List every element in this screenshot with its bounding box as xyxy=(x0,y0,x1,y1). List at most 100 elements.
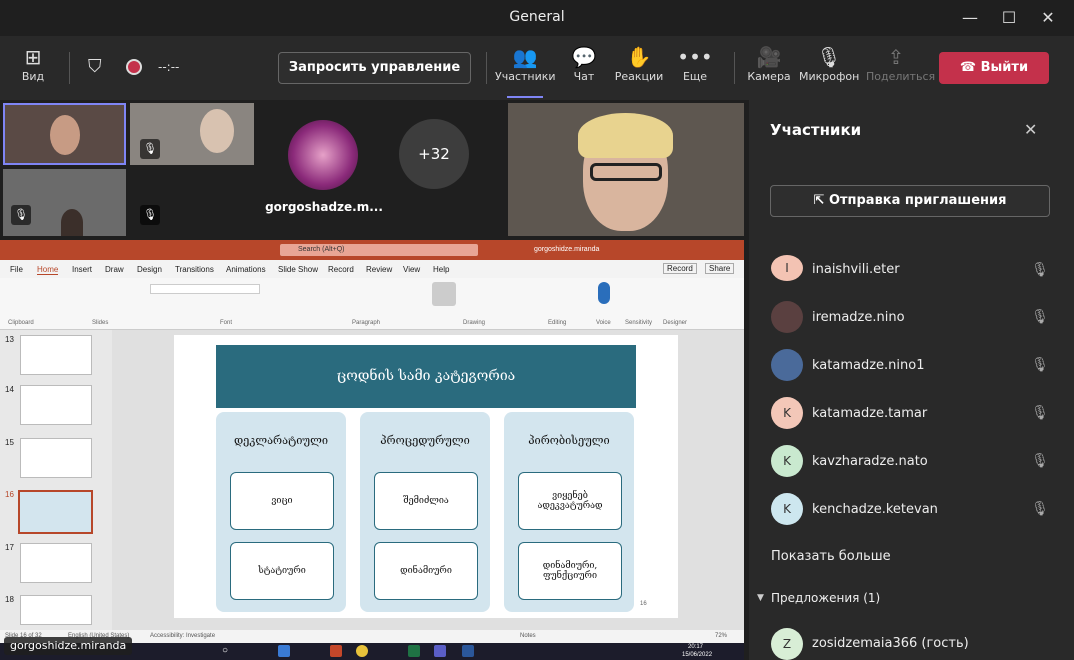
avatar: K xyxy=(771,445,803,477)
current-slide[interactable]: ცოდნის სამი კატეგორია დეკლარატიული ვიცი … xyxy=(174,335,678,618)
word-icon[interactable] xyxy=(462,645,474,657)
record-button[interactable]: Record xyxy=(663,263,697,274)
video-tile-presenter[interactable] xyxy=(3,103,126,165)
tab-review[interactable]: Review xyxy=(366,265,392,274)
share-ppt-button[interactable]: Share xyxy=(705,263,735,274)
avatar: K xyxy=(771,397,803,429)
ppt-search[interactable]: Search (Alt+Q) xyxy=(280,244,478,256)
category-box: დინამიური, ფუნქციური xyxy=(518,542,622,600)
zoom-level[interactable]: 72% xyxy=(715,633,727,639)
close-panel-icon[interactable]: ✕ xyxy=(1024,120,1037,139)
participant-name[interactable]: kavzharadze.nato xyxy=(812,454,928,469)
slide-thumbnail-active[interactable] xyxy=(18,490,93,534)
invite-label: Отправка приглашения xyxy=(828,193,1007,208)
avatar[interactable] xyxy=(288,120,358,190)
slide-thumbnails: 13 14 15 16 17 18 xyxy=(0,330,112,630)
notes-button[interactable]: Notes xyxy=(520,633,536,639)
participant-name[interactable]: iremadze.nino xyxy=(812,310,905,325)
invite-button[interactable]: ⇱ Отправка приглашения xyxy=(770,185,1050,217)
share-label: Поделиться xyxy=(866,70,936,83)
dictate-mic-icon[interactable] xyxy=(598,282,610,304)
group-label: Clipboard xyxy=(8,320,34,326)
participant-name[interactable]: katamadze.nino1 xyxy=(812,358,924,373)
participant-name[interactable]: kenchadze.ketevan xyxy=(812,502,938,517)
slide-thumbnail[interactable] xyxy=(20,543,92,583)
reaction-hand-icon: ✋ xyxy=(626,45,652,69)
tab-design[interactable]: Design xyxy=(137,265,162,274)
tab-file[interactable]: File xyxy=(10,265,23,274)
tab-draw[interactable]: Draw xyxy=(105,265,124,274)
column-heading: პირობისეული xyxy=(528,434,610,447)
presenter-name-tag: gorgoshidze.miranda xyxy=(4,637,133,655)
camera-button[interactable]: 🎥 Камера xyxy=(739,44,799,83)
video-tile-speaker[interactable] xyxy=(508,103,744,236)
request-control-button[interactable]: Запросить управление xyxy=(278,52,471,84)
video-tile[interactable]: 🎙 xyxy=(130,169,254,236)
tab-transitions[interactable]: Transitions xyxy=(175,265,214,274)
font-selector[interactable] xyxy=(150,284,260,294)
chat-label: Чат xyxy=(573,70,595,83)
slide-canvas: ცოდნის სამი კატეგორია დეკლარატიული ვიცი … xyxy=(112,330,744,630)
show-more-link[interactable]: Показать больше xyxy=(771,549,891,564)
maximize-icon[interactable]: ☐ xyxy=(997,6,1021,30)
group-label: Paragraph xyxy=(352,320,381,326)
chevron-down-icon[interactable]: ▼ xyxy=(757,593,764,603)
reactions-button[interactable]: ✋ Реакции xyxy=(609,44,669,83)
slide-thumbnail[interactable] xyxy=(20,385,92,425)
participant-name[interactable]: katamadze.tamar xyxy=(812,406,927,421)
shared-screen-powerpoint: Search (Alt+Q) gorgoshidze.miranda File … xyxy=(0,240,744,660)
leave-button[interactable]: ☎ Выйти xyxy=(939,52,1049,84)
people-icon: 👥 xyxy=(512,45,538,69)
meeting-toolbar: ⊞ Вид ⛉ --:-- Запросить управление 👥 Уча… xyxy=(0,36,1074,100)
status-accessibility[interactable]: Accessibility: Investigate xyxy=(150,633,215,639)
participant-name[interactable]: inaishvili.eter xyxy=(812,262,900,277)
video-tile[interactable]: 🎙 xyxy=(130,103,254,165)
slide-number: 16 xyxy=(5,490,14,499)
mic-muted-icon: 🎙 xyxy=(1031,357,1049,373)
slide-thumbnail[interactable] xyxy=(20,595,92,625)
mic-muted-icon: 🎙 xyxy=(11,205,31,225)
suggested-participant-name[interactable]: zosidzemaia366 (гость) xyxy=(812,636,969,651)
edge-icon[interactable] xyxy=(278,645,290,657)
tab-animations[interactable]: Animations xyxy=(226,265,266,274)
category-box: დინამიური xyxy=(374,542,478,600)
excel-icon[interactable] xyxy=(408,645,420,657)
teams-icon[interactable] xyxy=(434,645,446,657)
tab-home[interactable]: Home xyxy=(37,265,59,275)
suggestions-header[interactable]: Предложения (1) xyxy=(771,591,880,605)
mic-muted-icon: 🎙 xyxy=(1031,453,1049,469)
tile-name: gorgoshadze.m... xyxy=(265,200,383,214)
group-label: Drawing xyxy=(463,320,486,326)
slide-number: 17 xyxy=(5,543,14,552)
category-box: ვიყენებ ადეკვატურად xyxy=(518,472,622,530)
share-button[interactable]: ⇪ Поделиться xyxy=(866,44,935,83)
mic-button[interactable]: 🎙 Микрофон xyxy=(799,44,859,83)
phone-hangup-icon: ☎ xyxy=(959,60,981,75)
view-button[interactable]: ⊞ Вид xyxy=(3,44,63,83)
tab-record[interactable]: Record xyxy=(328,265,354,274)
tab-view[interactable]: View xyxy=(403,265,420,274)
window-title: General xyxy=(509,9,565,25)
video-gallery: 🎙 🎙 🎙 gorgoshadze.m... +32 xyxy=(0,100,749,240)
powerpoint-icon[interactable] xyxy=(330,645,342,657)
column-heading: პროცედურული xyxy=(380,434,470,447)
slide-thumbnail[interactable] xyxy=(20,335,92,375)
shield-icon[interactable]: ⛉ xyxy=(88,56,102,77)
slide-thumbnail[interactable] xyxy=(20,438,92,478)
tab-help[interactable]: Help xyxy=(433,265,449,274)
tab-slide-show[interactable]: Slide Show xyxy=(278,265,318,274)
participants-button[interactable]: 👥 Участники xyxy=(495,44,556,83)
more-participants-badge[interactable]: +32 xyxy=(399,119,469,189)
mic-muted-icon: 🎙 xyxy=(140,139,160,159)
chat-button[interactable]: 💬 Чат xyxy=(554,44,614,83)
clock-time: 20:17 xyxy=(688,644,704,650)
search-icon[interactable]: ○ xyxy=(222,645,228,656)
minimize-icon[interactable]: — xyxy=(958,6,982,30)
close-window-icon[interactable]: ✕ xyxy=(1036,6,1060,30)
recording-icon xyxy=(126,59,142,75)
more-button[interactable]: ••• Еще xyxy=(665,44,725,83)
chrome-icon[interactable] xyxy=(356,645,368,657)
shapes-icon[interactable] xyxy=(432,282,456,306)
tab-insert[interactable]: Insert xyxy=(72,265,92,274)
video-tile[interactable]: 🎙 xyxy=(3,169,126,236)
